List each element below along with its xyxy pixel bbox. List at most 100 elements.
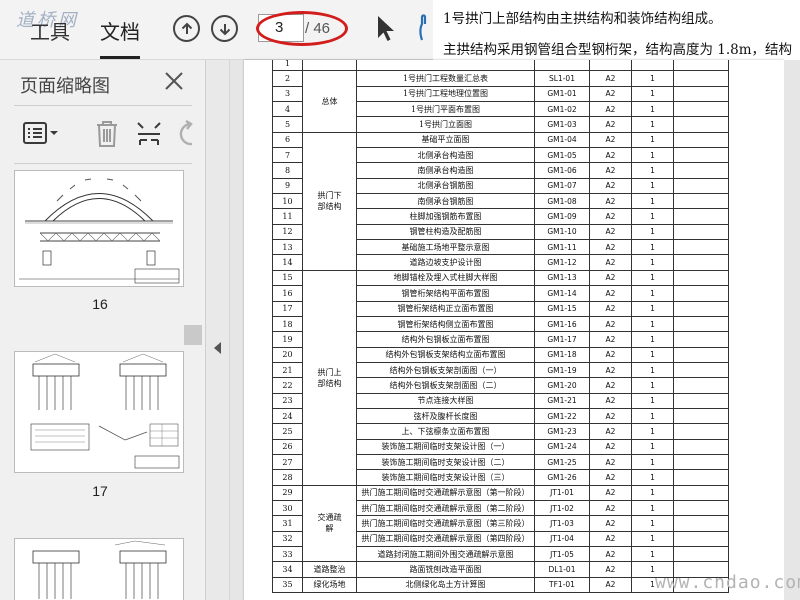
panel-title: 页面缩略图 <box>20 76 110 97</box>
drawing-list-table: 1 2 总体 1号拱门工程数量汇总表 SL1-01 A2 1 3 1号拱门工程地理位置图 GM1-… <box>272 60 729 594</box>
sheet-size-cell: A2 <box>589 346 632 363</box>
note-cell <box>673 407 729 425</box>
thumbnail-page-18[interactable] <box>14 538 184 600</box>
sheet-size-cell: A2 <box>589 438 632 455</box>
row-number-cell: 22 <box>272 377 303 394</box>
sheet-size-cell: A2 <box>589 576 632 594</box>
table-row: 6 拱门下部结构 基础平立面图 GM1-04 A2 1 <box>272 131 729 271</box>
panel-scrollbar-thumb[interactable] <box>184 325 202 345</box>
sheet-size-cell: A2 <box>589 254 632 271</box>
drawing-code-cell: GM1-07 <box>534 177 590 195</box>
sheet-count-cell: 1 <box>631 208 674 225</box>
group-cell: 总体 <box>302 70 357 133</box>
drawing-code-cell <box>534 60 590 72</box>
drawing-name-cell: 钢管桁架结构侧立面布置图 <box>356 315 535 333</box>
note-cell <box>673 239 729 256</box>
note-cell <box>673 85 729 103</box>
sheet-size-cell: A2 <box>589 484 632 501</box>
drawing-name-cell: 基础平立面图 <box>356 131 535 149</box>
sheet-count-cell: 1 <box>631 515 674 532</box>
drawing-name-cell: 钢管桁架结构正立面布置图 <box>356 300 535 317</box>
drawing-name-cell: 北侧承台钢筋图 <box>356 177 535 195</box>
panel-splitter[interactable] <box>206 60 230 600</box>
drawing-code-cell: GM1-17 <box>534 331 590 348</box>
drawing-code-cell: GM1-01 <box>534 85 590 103</box>
table-row: 29 交通疏解 拱门施工期间临时交通疏解示意图（第一阶段） JT1-01 A2 1 <box>272 484 729 563</box>
tab-tools[interactable]: 工具 <box>30 16 70 45</box>
row-number-cell: 27 <box>272 453 303 471</box>
note-cell <box>673 484 729 501</box>
drawing-code-cell: GM1-12 <box>534 254 590 271</box>
sheet-size-cell: A2 <box>589 177 632 195</box>
drawing-name-cell: 柱脚加强钢筋布置图 <box>356 208 535 225</box>
row-number-cell: 31 <box>272 515 303 532</box>
undo-icon <box>179 119 193 146</box>
row-number-cell: 11 <box>272 208 303 225</box>
row-number-cell: 5 <box>272 116 303 133</box>
drawing-name-cell: 钢管桁架结构平面布置图 <box>356 285 535 302</box>
drawing-code-cell: JT1-05 <box>534 545 590 563</box>
sheet-count-cell: 1 <box>631 331 674 348</box>
sheet-size-cell: A2 <box>589 147 632 164</box>
row-number-cell: 23 <box>272 392 303 409</box>
arch-drawing-thumbnail <box>19 178 180 284</box>
close-panel-button[interactable] <box>163 70 185 96</box>
drawing-name-cell: 结构外包钢板支架剖面图（一） <box>356 361 535 379</box>
table-row: 15 拱门上部结构 地脚锚栓及埋入式柱脚大样图 GM1-13 A2 1 <box>272 269 729 486</box>
thumbnail-toolbar <box>0 114 206 156</box>
drawing-name-cell: 道路边坡支护设计图 <box>356 254 535 271</box>
drawing-code-cell: GM1-22 <box>534 407 590 425</box>
drawing-code-cell: GM1-25 <box>534 453 590 471</box>
row-number-cell: 15 <box>272 269 303 287</box>
drawing-name-cell: 节点连接大样图 <box>356 392 535 409</box>
next-page-button[interactable] <box>211 15 238 42</box>
drawing-code-cell: JT1-03 <box>534 515 590 532</box>
note-cell <box>673 469 729 486</box>
drawing-name-cell: 南侧承台构造图 <box>356 162 535 179</box>
sheet-count-cell: 1 <box>631 85 674 103</box>
thumbnail-page-17[interactable] <box>14 351 184 473</box>
thumbnail-page-16[interactable] <box>14 170 184 287</box>
page-thumbnails-panel: 页面缩略图 16 17 <box>0 60 206 600</box>
sheet-size-cell: A2 <box>589 223 632 241</box>
note-cell <box>673 147 729 164</box>
sheet-size-cell: A2 <box>589 453 632 471</box>
drawing-code-cell: GM1-19 <box>534 361 590 379</box>
rotate-button[interactable] <box>176 119 200 152</box>
drawing-name-cell: 结构外包钢板支架剖面图（二） <box>356 377 535 394</box>
sheet-size-cell: A2 <box>589 423 632 440</box>
close-icon <box>165 72 183 90</box>
prev-page-button[interactable] <box>173 15 200 42</box>
sheet-count-cell: 1 <box>631 361 674 379</box>
sheet-size-cell: A2 <box>589 131 632 149</box>
sheet-size-cell: A2 <box>589 530 632 548</box>
delete-page-button[interactable] <box>94 120 120 152</box>
sheet-size-cell: A2 <box>589 561 632 578</box>
note-cell <box>673 223 729 241</box>
extract-page-button[interactable] <box>135 120 163 152</box>
drawing-name-cell: 装饰施工期间临时支架设计图（一） <box>356 438 535 455</box>
sheet-count-cell: 1 <box>631 177 674 195</box>
sheet-count-cell: 1 <box>631 101 674 118</box>
drawing-name-cell: 弦杆及腹杆长度图 <box>356 407 535 425</box>
sheet-size-cell: A2 <box>589 315 632 333</box>
sheet-count-cell: 1 <box>631 484 674 501</box>
select-tool-button[interactable] <box>375 14 397 48</box>
sheet-count-cell: 1 <box>631 269 674 287</box>
note-cell <box>673 254 729 271</box>
page-options-button[interactable] <box>22 120 60 150</box>
collapse-arrow-icon[interactable] <box>214 342 221 354</box>
highlight-annotation <box>256 11 348 46</box>
drawing-code-cell: GM1-09 <box>534 208 590 225</box>
row-number-cell: 1 <box>272 60 303 72</box>
hand-tool-button[interactable] <box>418 12 434 46</box>
sheet-count-cell: 1 <box>631 300 674 317</box>
sheet-size-cell: A2 <box>589 285 632 302</box>
tab-document[interactable]: 文档 <box>100 16 140 59</box>
document-scroll-area[interactable] <box>784 60 800 600</box>
note-cell <box>673 101 729 118</box>
note-cell <box>673 177 729 195</box>
sheet-count-cell: 1 <box>631 438 674 455</box>
sheet-size-cell: A2 <box>589 162 632 179</box>
note-cell <box>673 423 729 440</box>
